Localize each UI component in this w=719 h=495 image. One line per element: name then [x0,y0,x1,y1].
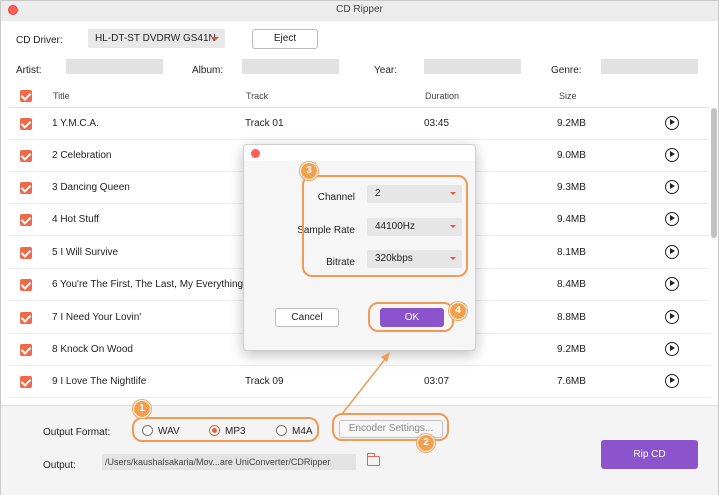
settings-highlight [302,175,468,277]
track-size: 8.8MB [557,312,586,323]
dialog-title-bar [244,145,475,161]
column-track: Track [246,91,269,101]
track-duration: 03:07 [424,376,450,387]
artist-field[interactable] [66,59,163,74]
column-title: Title [53,91,70,101]
track-checkbox[interactable] [20,150,32,162]
album-field[interactable] [242,59,339,74]
track-checkbox[interactable] [20,344,32,356]
cancel-button[interactable]: Cancel [275,308,339,327]
close-window-button[interactable] [8,5,18,15]
eject-button[interactable]: Eject [252,29,318,49]
folder-icon[interactable] [367,453,380,466]
track-title: 3 Dancing Queen [52,182,130,193]
title-bar: CD Ripper [1,1,718,21]
play-icon[interactable] [665,310,679,324]
track-size: 9.2MB [557,344,586,355]
close-dialog-button[interactable] [251,149,260,158]
track-checkbox[interactable] [20,247,32,259]
track-checkbox[interactable] [20,182,32,194]
cd-driver-select[interactable]: HL-DT-ST DVDRW GS41N [88,29,225,48]
track-checkbox[interactable] [20,376,32,388]
track-title: 1 Y.M.C.A. [52,118,99,129]
play-icon[interactable] [665,212,679,226]
scrollbar[interactable] [711,108,717,238]
play-icon[interactable] [665,148,679,162]
step-badge-3: 3 [300,162,318,180]
track-row[interactable]: 9 I Love The Nightlife Track 09 03:07 7.… [9,366,709,398]
play-icon[interactable] [665,374,679,388]
step-badge-4: 4 [449,302,467,320]
track-title: 2 Celebration [52,150,112,161]
track-checkbox[interactable] [20,118,32,130]
track-size: 9.2MB [557,118,586,129]
track-checkbox[interactable] [20,279,32,291]
track-checkbox[interactable] [20,214,32,226]
album-label: Album: [192,65,224,76]
track-title: 9 I Love The Nightlife [52,376,147,387]
play-icon[interactable] [665,245,679,259]
output-path-label: Output: [43,460,76,471]
play-icon[interactable] [665,277,679,291]
window-title: CD Ripper [336,4,383,15]
ok-highlight [368,302,454,332]
column-size: Size [559,91,577,101]
track-size: 8.1MB [557,247,586,258]
step-badge-2: 2 [417,434,435,452]
year-field[interactable] [424,59,521,74]
track-duration: 03:45 [424,118,450,129]
track-number: Track 01 [245,118,284,129]
track-title: 6 You're The First, The Last, My Everyth… [52,279,244,290]
track-checkbox[interactable] [20,312,32,324]
track-title: 7 I Need Your Lovin' [52,312,142,323]
year-label: Year: [374,65,397,76]
play-icon[interactable] [665,180,679,194]
track-number: Track 09 [245,376,284,387]
track-size: 9.0MB [557,150,586,161]
rip-cd-button[interactable]: Rip CD [601,440,698,469]
chevron-down-icon [211,37,219,41]
play-icon[interactable] [665,116,679,130]
track-title: 4 Hot Stuff [52,214,100,225]
genre-label: Genre: [551,65,582,76]
output-path-field[interactable]: /Users/kaushalsakaria/Mov...are UniConve… [102,454,356,470]
artist-label: Artist: [16,65,42,76]
track-row[interactable]: 1 Y.M.C.A. Track 01 03:45 9.2MB [9,108,709,140]
genre-field[interactable] [601,59,698,74]
output-format-label: Output Format: [43,427,111,438]
cd-driver-label: CD Driver: [16,35,63,46]
track-title: 8 Knock On Wood [52,344,133,355]
cd-driver-value: HL-DT-ST DVDRW GS41N [95,33,216,44]
select-all-checkbox[interactable] [20,90,32,102]
play-icon[interactable] [665,342,679,356]
track-title: 5 I Will Survive [52,247,119,258]
track-size: 7.6MB [557,376,586,387]
track-size: 8.4MB [557,279,586,290]
track-size: 9.3MB [557,182,586,193]
track-size: 9.4MB [557,214,586,225]
column-duration: Duration [425,91,460,101]
format-highlight [132,417,319,442]
step-badge-1: 1 [133,400,151,418]
